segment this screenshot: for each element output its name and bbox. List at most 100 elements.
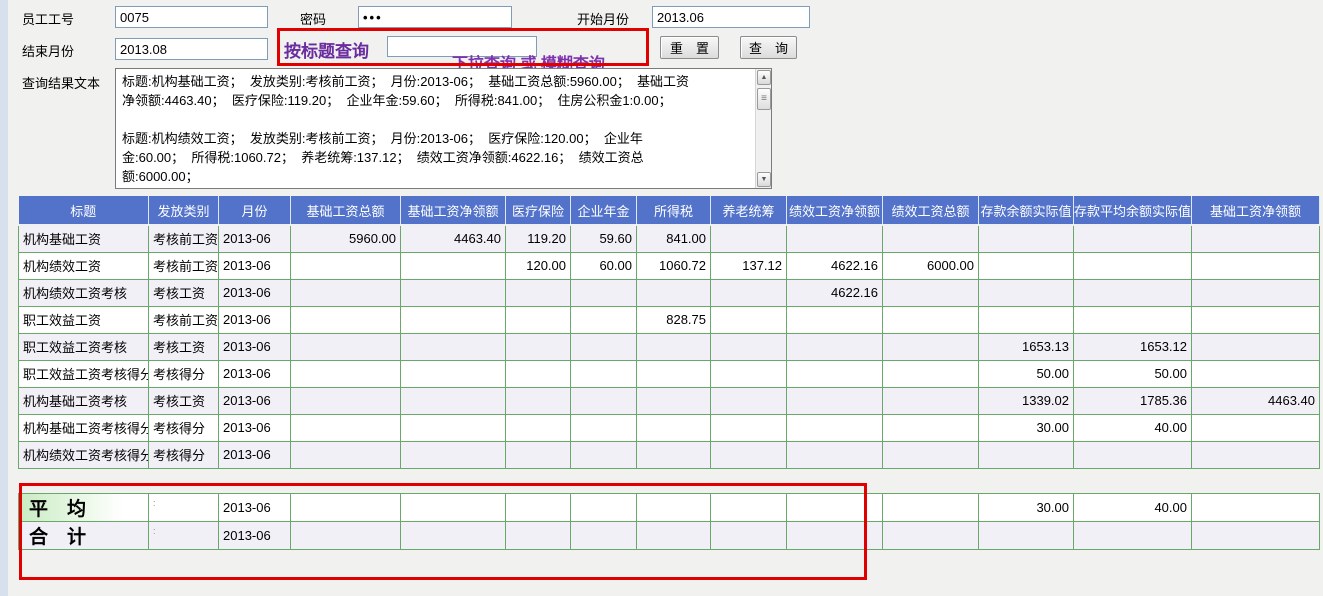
table-cell: 2013-06 bbox=[219, 225, 291, 252]
table-cell bbox=[1074, 225, 1192, 252]
table-cell: 考核前工资 bbox=[149, 252, 219, 279]
table-cell bbox=[291, 360, 401, 387]
table-cell bbox=[291, 441, 401, 468]
column-header[interactable]: 绩效工资净领额 bbox=[787, 196, 883, 225]
table-cell: 40.00 bbox=[1074, 414, 1192, 441]
table-cell: 机构绩效工资考核得分 bbox=[19, 441, 149, 468]
column-header[interactable]: 月份 bbox=[219, 196, 291, 225]
column-header[interactable]: 发放类别 bbox=[149, 196, 219, 225]
table-cell: : bbox=[149, 494, 219, 522]
column-header[interactable]: 基础工资净领额 bbox=[401, 196, 506, 225]
table-cell bbox=[1192, 494, 1320, 522]
table-cell: 59.60 bbox=[571, 225, 637, 252]
table-cell bbox=[1074, 306, 1192, 333]
table-row[interactable]: 机构绩效工资考核前工资2013-06120.0060.001060.72137.… bbox=[19, 252, 1320, 279]
table-cell: 30.00 bbox=[979, 414, 1074, 441]
table-cell bbox=[1192, 306, 1320, 333]
table-cell bbox=[637, 522, 711, 550]
table-cell bbox=[571, 494, 637, 522]
summary-table: 平 均:2013-0630.0040.00合 计:2013-06 bbox=[18, 493, 1320, 550]
table-cell bbox=[1192, 333, 1320, 360]
table-cell bbox=[401, 252, 506, 279]
result-text-content: 标题:机构基础工资； 发放类别:考核前工资； 月份:2013-06； 基础工资总… bbox=[116, 69, 754, 188]
column-header[interactable]: 医疗保险 bbox=[506, 196, 571, 225]
result-textarea[interactable]: 标题:机构基础工资； 发放类别:考核前工资； 月份:2013-06； 基础工资总… bbox=[115, 68, 772, 189]
column-header[interactable]: 基础工资净领额 bbox=[1192, 196, 1320, 225]
table-cell bbox=[711, 441, 787, 468]
column-header[interactable]: 绩效工资总额 bbox=[883, 196, 979, 225]
table-cell: 1653.13 bbox=[979, 333, 1074, 360]
column-header[interactable]: 养老统筹 bbox=[711, 196, 787, 225]
table-cell bbox=[571, 279, 637, 306]
table-cell bbox=[637, 279, 711, 306]
query-button[interactable]: 查 询 bbox=[740, 36, 797, 59]
table-row[interactable]: 职工效益工资考核考核工资2013-061653.131653.12 bbox=[19, 333, 1320, 360]
column-header[interactable]: 存款余额实际值 bbox=[979, 196, 1074, 225]
table-cell bbox=[711, 306, 787, 333]
results-table: 标题发放类别月份基础工资总额基础工资净领额医疗保险企业年金所得税养老统筹绩效工资… bbox=[18, 196, 1320, 469]
column-header[interactable]: 标题 bbox=[19, 196, 149, 225]
table-row[interactable]: 职工效益工资考核前工资2013-06828.75 bbox=[19, 306, 1320, 333]
column-header[interactable]: 所得税 bbox=[637, 196, 711, 225]
table-cell bbox=[1074, 252, 1192, 279]
scroll-down-icon[interactable]: ▼ bbox=[757, 172, 771, 187]
table-cell bbox=[506, 414, 571, 441]
scrollbar-thumb[interactable]: ≡ bbox=[757, 88, 771, 110]
start-month-input[interactable] bbox=[652, 6, 810, 28]
table-row[interactable]: 机构绩效工资考核考核工资2013-064622.16 bbox=[19, 279, 1320, 306]
table-cell: 2013-06 bbox=[219, 279, 291, 306]
summary-row-total[interactable]: 合 计:2013-06 bbox=[19, 522, 1320, 550]
table-cell bbox=[571, 360, 637, 387]
table-cell bbox=[571, 522, 637, 550]
table-cell: 2013-06 bbox=[219, 306, 291, 333]
table-cell bbox=[787, 494, 883, 522]
column-header[interactable]: 基础工资总额 bbox=[291, 196, 401, 225]
table-cell bbox=[711, 522, 787, 550]
table-cell bbox=[1074, 441, 1192, 468]
employee-id-input[interactable] bbox=[115, 6, 268, 28]
table-cell: 2013-06 bbox=[219, 360, 291, 387]
table-cell: 考核工资 bbox=[149, 387, 219, 414]
table-cell bbox=[787, 225, 883, 252]
table-cell: 119.20 bbox=[506, 225, 571, 252]
table-row[interactable]: 机构基础工资考核前工资2013-065960.004463.40119.2059… bbox=[19, 225, 1320, 252]
table-cell: 4622.16 bbox=[787, 279, 883, 306]
table-cell bbox=[637, 414, 711, 441]
table-cell bbox=[883, 279, 979, 306]
table-cell bbox=[506, 279, 571, 306]
table-cell: 1785.36 bbox=[1074, 387, 1192, 414]
start-month-label: 开始月份 bbox=[577, 9, 629, 28]
table-row[interactable]: 机构绩效工资考核得分考核得分2013-06 bbox=[19, 441, 1320, 468]
table-cell bbox=[506, 360, 571, 387]
table-cell bbox=[401, 333, 506, 360]
column-header[interactable]: 企业年金 bbox=[571, 196, 637, 225]
table-row[interactable]: 机构基础工资考核考核工资2013-061339.021785.364463.40 bbox=[19, 387, 1320, 414]
table-cell bbox=[291, 414, 401, 441]
password-input[interactable] bbox=[358, 6, 512, 28]
table-cell bbox=[1192, 279, 1320, 306]
reset-button[interactable]: 重 置 bbox=[660, 36, 719, 59]
table-cell: 机构基础工资 bbox=[19, 225, 149, 252]
table-row[interactable]: 职工效益工资考核得分考核得分2013-0650.0050.00 bbox=[19, 360, 1320, 387]
table-cell bbox=[291, 522, 401, 550]
table-cell bbox=[1192, 414, 1320, 441]
table-cell: 职工效益工资考核得分 bbox=[19, 360, 149, 387]
table-cell: 2013-06 bbox=[219, 414, 291, 441]
table-cell bbox=[637, 360, 711, 387]
scroll-up-icon[interactable]: ▲ bbox=[757, 70, 771, 85]
end-month-input[interactable] bbox=[115, 38, 268, 60]
table-row[interactable]: 机构基础工资考核得分考核得分2013-0630.0040.00 bbox=[19, 414, 1320, 441]
summary-row-average[interactable]: 平 均:2013-0630.0040.00 bbox=[19, 494, 1320, 522]
table-cell: 841.00 bbox=[637, 225, 711, 252]
left-edge-strip bbox=[0, 0, 8, 596]
column-header[interactable]: 存款平均余额实际值 bbox=[1074, 196, 1192, 225]
table-cell bbox=[711, 225, 787, 252]
table-cell bbox=[787, 441, 883, 468]
table-cell: 合 计 bbox=[19, 522, 149, 550]
table-cell bbox=[401, 279, 506, 306]
table-cell: 机构绩效工资 bbox=[19, 252, 149, 279]
table-cell bbox=[571, 441, 637, 468]
table-cell: 考核前工资 bbox=[149, 225, 219, 252]
table-cell: 1060.72 bbox=[637, 252, 711, 279]
result-scrollbar[interactable]: ▲ ≡ ▼ bbox=[755, 69, 771, 188]
